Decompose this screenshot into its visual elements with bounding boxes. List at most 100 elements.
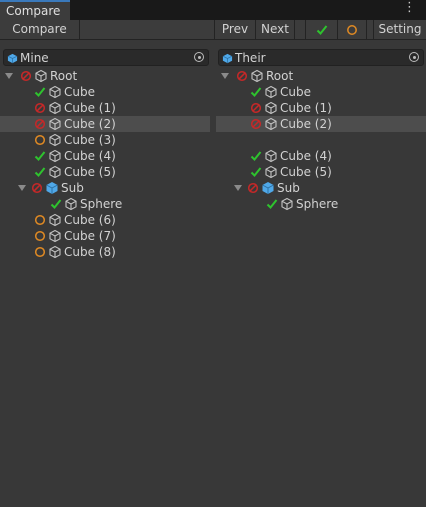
- kebab-menu-icon[interactable]: ⋮: [403, 1, 416, 14]
- gameobject-icon: [264, 117, 278, 131]
- tree-row[interactable]: Cube (3): [0, 132, 210, 148]
- gameobject-icon: [250, 69, 264, 83]
- tree-row[interactable]: Sphere: [0, 196, 210, 212]
- tree-item-label: Cube (4): [280, 149, 332, 163]
- gameobject-icon: [280, 197, 294, 211]
- tree-row[interactable]: Cube (1): [0, 100, 210, 116]
- check-icon: [34, 166, 46, 178]
- tree-row[interactable]: Cube (8): [0, 244, 210, 260]
- gameobject-icon: [48, 85, 62, 99]
- check-icon: [266, 198, 278, 210]
- gameobject-icon: [34, 69, 48, 83]
- their-object-field[interactable]: Their: [218, 49, 424, 66]
- tree-item-label: Cube: [280, 85, 311, 99]
- tree-item-label: Sub: [61, 181, 84, 195]
- tree-item-label: Cube (5): [280, 165, 332, 179]
- tree-row[interactable]: Root: [216, 68, 426, 84]
- missing-icon: [247, 182, 259, 194]
- gameobject-icon: [48, 245, 62, 259]
- tree-item-label: Cube (4): [64, 149, 116, 163]
- gameobject-icon: [48, 213, 62, 227]
- tree-item-label: Cube (2): [64, 117, 116, 131]
- tree-item-label: Cube (1): [64, 101, 116, 115]
- gameobject-icon: [264, 165, 278, 179]
- tree-item-label: Cube (7): [64, 229, 116, 243]
- tab-compare[interactable]: Compare: [0, 0, 70, 20]
- tree-item-label: Cube: [64, 85, 95, 99]
- tree-item-label: Cube (2): [280, 117, 332, 131]
- missing-icon: [20, 70, 32, 82]
- foldout-arrow-icon[interactable]: [221, 73, 229, 79]
- check-icon: [34, 150, 46, 162]
- tree-row[interactable]: Cube: [0, 84, 210, 100]
- tree-row[interactable]: Sub: [0, 180, 210, 196]
- gameobject-icon: [48, 101, 62, 115]
- tree-row[interactable]: Cube (2): [0, 116, 210, 132]
- tree-row[interactable]: Cube (4): [0, 148, 210, 164]
- tree-row[interactable]: Cube: [216, 84, 426, 100]
- tree-item-label: Root: [50, 69, 78, 83]
- tree-row[interactable]: Sphere: [216, 196, 426, 212]
- missing-icon: [236, 70, 248, 82]
- tree-row[interactable]: Sub: [216, 180, 426, 196]
- tree-item-label: Root: [266, 69, 294, 83]
- missing-icon: [250, 118, 262, 130]
- filter-ok-toggle[interactable]: [305, 20, 337, 40]
- changed-circle-icon: [34, 230, 46, 242]
- tree-item-label: Cube (1): [280, 101, 332, 115]
- setting-button[interactable]: Setting: [373, 20, 426, 40]
- mine-field-label: Mine: [20, 51, 49, 65]
- gameobject-icon: [264, 85, 278, 99]
- check-icon: [316, 25, 327, 35]
- tree-row[interactable]: Cube (2): [216, 116, 426, 132]
- tree-item-label: Cube (3): [64, 133, 116, 147]
- gameobject-icon: [48, 229, 62, 243]
- tree-row[interactable]: Root: [0, 68, 210, 84]
- gameobject-icon: [48, 117, 62, 131]
- foldout-arrow-icon[interactable]: [5, 73, 13, 79]
- tree-item-label: Sub: [277, 181, 300, 195]
- tree-item-label: Cube (5): [64, 165, 116, 179]
- toolbar: Compare Prev Next Setting: [0, 20, 426, 40]
- changed-circle-icon: [34, 246, 46, 258]
- check-icon: [250, 150, 262, 162]
- changed-circle-icon: [34, 214, 46, 226]
- tree-row[interactable]: Cube (1): [216, 100, 426, 116]
- check-icon: [250, 166, 262, 178]
- tree-row[interactable]: Cube (5): [0, 164, 210, 180]
- mine-object-field[interactable]: Mine: [3, 49, 209, 66]
- check-icon: [34, 86, 46, 98]
- missing-icon: [34, 118, 46, 130]
- changed-circle-icon: [34, 134, 46, 146]
- prefab-icon: [7, 53, 18, 64]
- tab-bar: Compare ⋮: [0, 0, 426, 20]
- tree-row[interactable]: Cube (7): [0, 228, 210, 244]
- prev-button[interactable]: Prev: [214, 20, 255, 40]
- gameobject-icon: [64, 197, 78, 211]
- foldout-arrow-icon[interactable]: [234, 185, 242, 191]
- next-button[interactable]: Next: [255, 20, 295, 40]
- gameobject-icon: [48, 133, 62, 147]
- gameobject-icon: [48, 165, 62, 179]
- filter-changed-toggle[interactable]: [337, 20, 367, 40]
- tree-row[interactable]: Cube (5): [216, 164, 426, 180]
- gameobject-icon: [264, 101, 278, 115]
- tree-item-label: Sphere: [296, 197, 339, 211]
- tree-row[interactable]: Cube (4): [216, 148, 426, 164]
- compare-button[interactable]: Compare: [0, 20, 80, 40]
- tree-item-label: Sphere: [80, 197, 123, 211]
- check-icon: [250, 86, 262, 98]
- tree-row[interactable]: Cube (6): [0, 212, 210, 228]
- tree-item-label: Cube (8): [64, 245, 116, 259]
- missing-icon: [34, 102, 46, 114]
- prefab-icon: [45, 181, 59, 195]
- circle-icon: [347, 25, 357, 35]
- prefab-icon: [222, 53, 233, 64]
- tree-item-label: Cube (6): [64, 213, 116, 227]
- foldout-arrow-icon[interactable]: [18, 185, 26, 191]
- object-picker-icon[interactable]: [409, 52, 419, 62]
- gameobject-icon: [264, 149, 278, 163]
- object-picker-icon[interactable]: [194, 52, 204, 62]
- missing-icon: [250, 102, 262, 114]
- check-icon: [50, 198, 62, 210]
